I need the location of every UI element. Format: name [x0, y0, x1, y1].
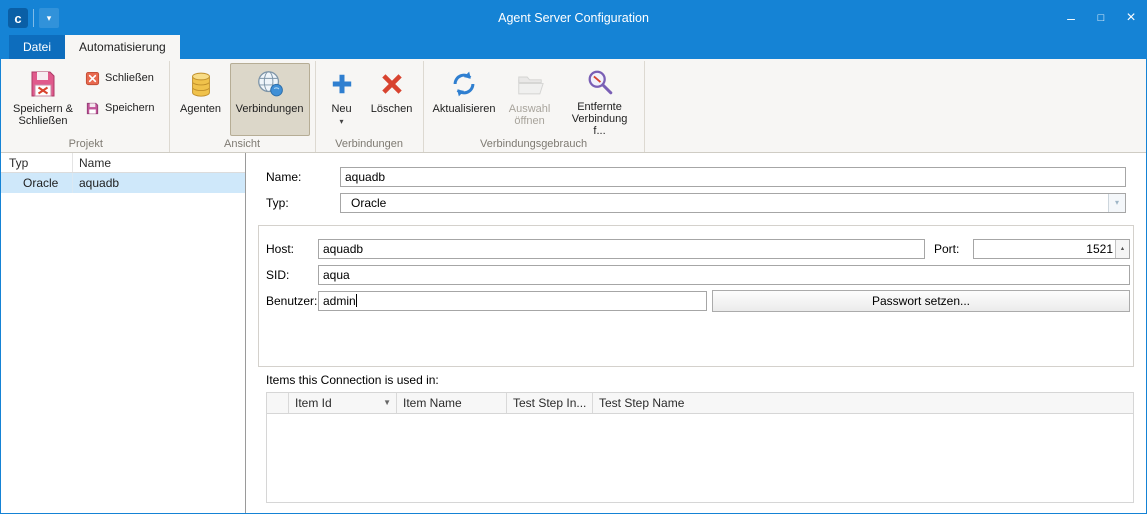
window-controls: – □ ×: [1056, 1, 1146, 35]
window-title: Agent Server Configuration: [1, 11, 1146, 25]
sid-field-label: SID:: [266, 268, 289, 282]
combo-dropdown-icon[interactable]: ▾: [1108, 194, 1125, 212]
grid-column-item-name[interactable]: Item Name: [397, 393, 507, 413]
agents-database-icon: [186, 68, 216, 100]
quick-access-dropdown-button[interactable]: ▾: [39, 8, 59, 28]
remote-connection-button[interactable]: Entfernte Verbindung f...: [561, 63, 639, 136]
ribbon-group-label-ansicht: Ansicht: [170, 138, 315, 150]
connections-list-header: Typ Name: [1, 153, 245, 173]
save-label: Speichern: [105, 102, 155, 114]
grid-column-item-id[interactable]: Item Id ▼: [289, 393, 397, 413]
tab-datei[interactable]: Datei: [9, 35, 65, 59]
port-spinner-value: 1521: [978, 240, 1113, 258]
ribbon-group-verbindungsgebrauch: Aktualisieren Auswahl öffnen: [424, 61, 645, 152]
host-field-label: Host:: [266, 242, 294, 256]
set-password-button[interactable]: Passwort setzen...: [712, 290, 1130, 312]
ribbon-tabstrip: Datei Automatisierung: [1, 35, 1146, 59]
connection-row-oracle-aquadb[interactable]: Oracle aquadb: [1, 173, 245, 193]
usage-grid: Item Id ▼ Item Name Test Step In... Test…: [266, 392, 1134, 503]
save-close-icon: [27, 68, 59, 100]
column-header-name[interactable]: Name: [73, 153, 245, 172]
delete-connection-button[interactable]: Löschen: [366, 63, 418, 136]
main-area: Typ Name Oracle aquadb Name: aquadb Typ:…: [1, 153, 1146, 513]
qat-separator: [33, 9, 34, 27]
save-button[interactable]: Speichern: [81, 98, 164, 118]
ribbon-group-verbindungen: Neu ▾ Löschen Verbindungen: [316, 61, 424, 152]
ribbon-group-label-verbindungen: Verbindungen: [316, 138, 423, 150]
ribbon-group-label-verbindungsgebrauch: Verbindungsgebrauch: [424, 138, 644, 150]
typ-combobox[interactable]: Oracle ▾: [340, 193, 1126, 213]
grid-column-item-id-label: Item Id: [295, 393, 332, 413]
open-selection-folder-icon: [515, 68, 545, 100]
usage-grid-title: Items this Connection is used in:: [266, 373, 439, 387]
name-field-label: Name:: [266, 170, 301, 184]
text-cursor: [356, 294, 357, 307]
save-icon: [84, 100, 100, 116]
agents-button[interactable]: Agenten: [175, 63, 227, 136]
connection-row-name: aquadb: [73, 173, 245, 193]
remote-connection-label: Entfernte Verbindung f...: [565, 101, 635, 137]
open-selection-button: Auswahl öffnen: [502, 63, 558, 136]
connections-list-panel: Typ Name Oracle aquadb: [1, 153, 246, 513]
save-and-close-label: Speichern & Schließen: [12, 103, 74, 127]
delete-label: Löschen: [371, 103, 413, 115]
grid-indicator-column: [267, 393, 289, 413]
port-field-label: Port:: [934, 242, 959, 256]
host-input[interactable]: aquadb: [318, 239, 925, 259]
new-label: Neu: [331, 103, 351, 115]
close-project-label: Schließen: [105, 72, 154, 84]
connections-globe-icon: [255, 68, 285, 100]
tab-automatisierung[interactable]: Automatisierung: [65, 35, 180, 59]
ribbon-group-ansicht: Agenten Verbindungen Ansich: [170, 61, 316, 152]
connections-label: Verbindungen: [236, 103, 304, 115]
minimize-button[interactable]: –: [1056, 1, 1086, 35]
connection-row-typ: Oracle: [1, 173, 73, 193]
titlebar: c ▾ Agent Server Configuration – □ ×: [1, 1, 1146, 35]
new-plus-icon: [329, 68, 355, 100]
refresh-button[interactable]: Aktualisieren: [429, 63, 499, 136]
sort-desc-icon: ▼: [383, 393, 391, 413]
name-input[interactable]: aquadb: [340, 167, 1126, 187]
close-button[interactable]: ×: [1116, 1, 1146, 35]
port-spinner[interactable]: 1521 ▲ ▼: [973, 239, 1130, 259]
typ-field-label: Typ:: [266, 196, 289, 210]
benutzer-field-label: Benutzer:: [266, 294, 317, 308]
sid-input[interactable]: aqua: [318, 265, 1130, 285]
delete-x-icon: [379, 68, 405, 100]
ribbon: Speichern & Schließen Schließen: [1, 59, 1146, 153]
save-and-close-button[interactable]: Speichern & Schließen: [8, 63, 78, 136]
quick-access-toolbar: c ▾: [1, 8, 59, 28]
new-dropdown-arrow-icon: ▾: [340, 118, 344, 126]
benutzer-input-value: admin: [323, 294, 356, 308]
refresh-icon: [449, 68, 479, 100]
app-icon[interactable]: c: [8, 8, 28, 28]
ribbon-group-projekt: Speichern & Schließen Schließen: [3, 61, 170, 152]
refresh-label: Aktualisieren: [433, 103, 495, 115]
app-window: c ▾ Agent Server Configuration – □ × Dat…: [0, 0, 1147, 514]
agents-label: Agenten: [180, 103, 221, 115]
projekt-small-buttons: Schließen Speichern: [81, 68, 164, 118]
close-project-icon: [84, 70, 100, 86]
connection-detail-panel: Name: aquadb Typ: Oracle ▾ Host: aquadb …: [246, 153, 1146, 513]
column-header-typ[interactable]: Typ: [1, 153, 73, 172]
open-selection-label: Auswahl öffnen: [506, 103, 554, 127]
close-project-button[interactable]: Schließen: [81, 68, 163, 88]
grid-column-test-step-in[interactable]: Test Step In...: [507, 393, 593, 413]
connections-button[interactable]: Verbindungen: [230, 63, 310, 136]
port-spin-buttons: ▲ ▼: [1115, 240, 1129, 258]
maximize-button[interactable]: □: [1086, 1, 1116, 35]
ribbon-empty-area: [645, 61, 1146, 152]
typ-combobox-value: Oracle: [351, 196, 386, 210]
ribbon-group-label-projekt: Projekt: [3, 138, 169, 150]
benutzer-input[interactable]: admin: [318, 291, 707, 311]
usage-grid-header: Item Id ▼ Item Name Test Step In... Test…: [267, 393, 1133, 414]
remote-connection-search-icon: [585, 68, 615, 98]
spin-up-icon[interactable]: ▲: [1116, 240, 1129, 258]
grid-column-test-step-name[interactable]: Test Step Name: [593, 393, 1133, 413]
spin-down-icon[interactable]: ▼: [1116, 258, 1129, 259]
new-connection-button[interactable]: Neu ▾: [321, 63, 363, 136]
